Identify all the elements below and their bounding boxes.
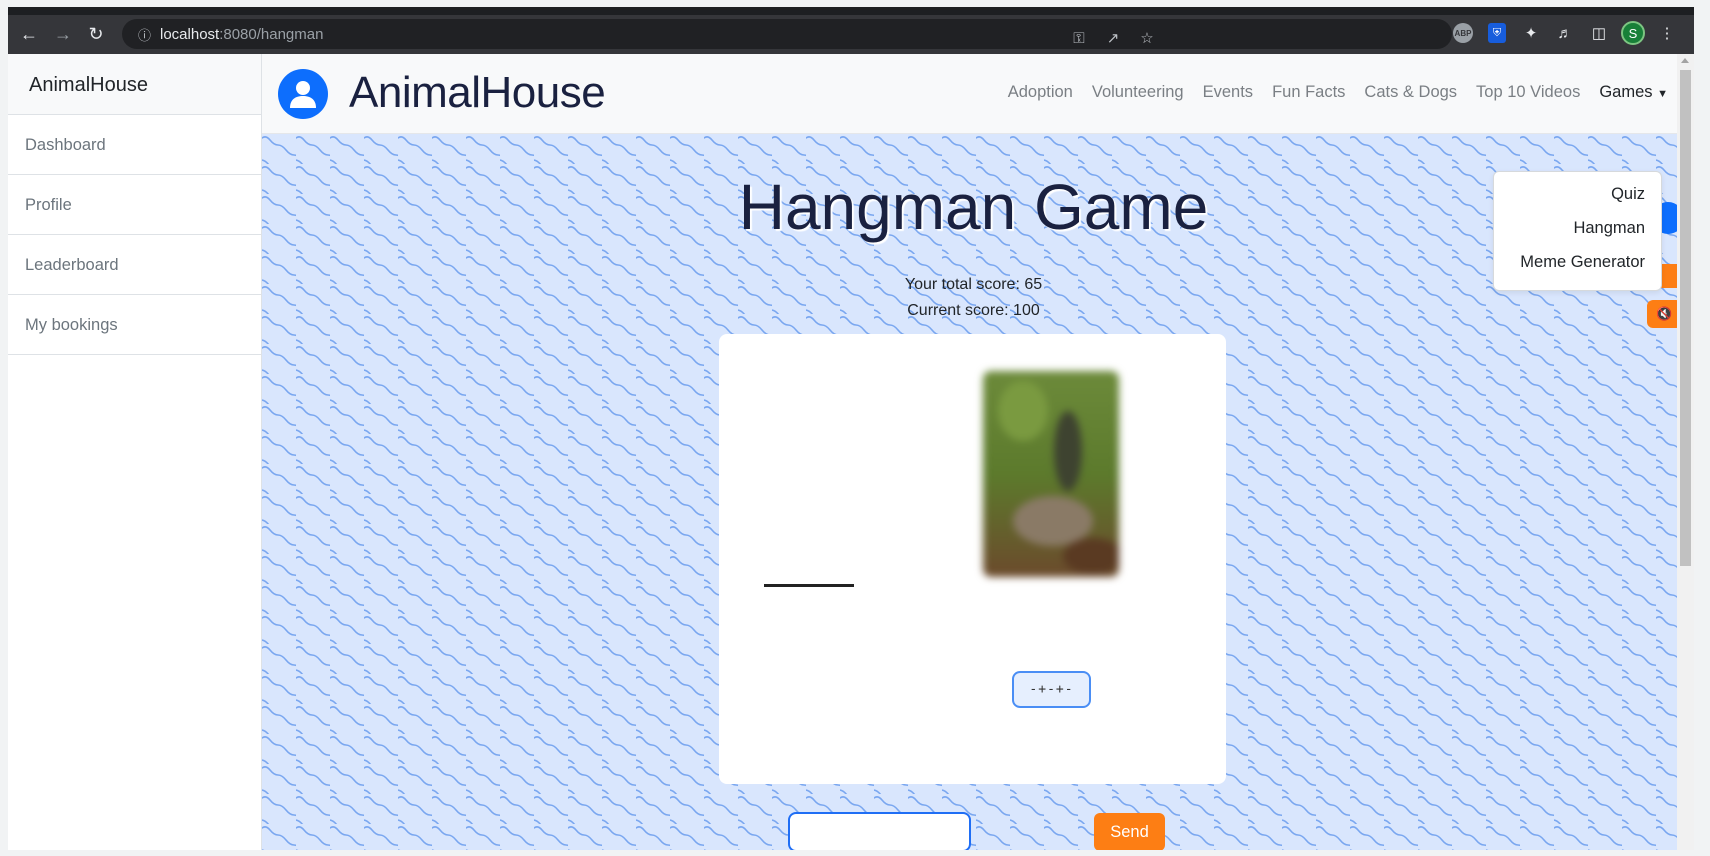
sidebar: AnimalHouse Dashboard Profile Leaderboar… xyxy=(8,54,262,850)
dropdown-item-quiz[interactable]: Quiz xyxy=(1494,182,1661,216)
speaker-muted-icon: 🔇 xyxy=(1656,306,1673,321)
page-viewport: AnimalHouse Dashboard Profile Leaderboar… xyxy=(8,54,1694,850)
nav-links: Adoption Volunteering Events Fun Facts C… xyxy=(1008,83,1668,102)
forward-icon[interactable]: → xyxy=(46,17,80,51)
send-button[interactable]: Send xyxy=(1094,813,1165,850)
bitwarden-extension-icon[interactable]: ⛨ xyxy=(1482,18,1512,48)
share-icon[interactable]: ↗ xyxy=(1098,24,1128,52)
guess-letter-input[interactable] xyxy=(788,812,971,850)
back-icon[interactable]: ← xyxy=(12,17,46,51)
adblock-extension-icon[interactable]: ABP xyxy=(1448,18,1478,48)
site-info-icon[interactable]: ⓘ xyxy=(138,25,160,44)
reload-icon[interactable]: ↻ xyxy=(79,17,113,51)
games-dropdown-menu: Quiz Hangman Meme Generator xyxy=(1493,171,1662,291)
caret-down-icon: ▼ xyxy=(1657,88,1668,100)
scroll-up-arrow-icon[interactable] xyxy=(1681,58,1689,63)
sidebar-item-profile[interactable]: Profile xyxy=(8,175,261,235)
sidebar-item-dashboard[interactable]: Dashboard xyxy=(8,115,261,175)
url-host: localhost xyxy=(160,25,220,43)
nav-link-cats-dogs[interactable]: Cats & Dogs xyxy=(1364,83,1457,102)
hangman-card: -+-+- xyxy=(719,334,1226,784)
main-content: Hangman Game Your total score: 65 Curren… xyxy=(262,134,1685,850)
masked-word-button[interactable]: -+-+- xyxy=(1012,671,1091,708)
nav-link-adoption[interactable]: Adoption xyxy=(1008,83,1073,102)
browser-toolbar: ← → ↻ ⓘ localhost:8080/hangman ⚿ ↗ ☆ ABP… xyxy=(8,15,1694,54)
nav-games-label: Games xyxy=(1599,83,1653,101)
media-queue-icon[interactable]: ♬ xyxy=(1550,18,1580,48)
profile-avatar[interactable]: S xyxy=(1618,18,1648,48)
gallows-base-line xyxy=(764,584,854,587)
sidebar-item-leaderboard[interactable]: Leaderboard xyxy=(8,235,261,295)
current-score-text: Current score: 100 xyxy=(907,302,1040,319)
nav-link-fun-facts[interactable]: Fun Facts xyxy=(1272,83,1345,102)
nav-games-dropdown-toggle[interactable]: Games ▼ xyxy=(1599,83,1668,102)
extensions-puzzle-icon[interactable]: ✦ xyxy=(1516,18,1546,48)
sidebar-brand[interactable]: AnimalHouse xyxy=(8,54,261,115)
navbar-brand[interactable]: AnimalHouse xyxy=(349,68,606,118)
user-avatar-icon[interactable] xyxy=(278,69,328,119)
key-icon[interactable]: ⚿ xyxy=(1064,24,1094,52)
scrollbar-thumb[interactable] xyxy=(1680,70,1691,566)
nav-link-events[interactable]: Events xyxy=(1203,83,1253,102)
page-scrollbar[interactable] xyxy=(1677,54,1694,850)
address-bar[interactable]: ⓘ localhost:8080/hangman ⚿ ↗ ☆ xyxy=(122,19,1452,49)
page-title: Hangman Game xyxy=(738,171,1209,243)
animal-hint-image xyxy=(983,371,1119,577)
nav-link-top-10-videos[interactable]: Top 10 Videos xyxy=(1476,83,1580,102)
nav-link-volunteering[interactable]: Volunteering xyxy=(1092,83,1184,102)
dropdown-item-meme-generator[interactable]: Meme Generator xyxy=(1494,250,1661,284)
bookmark-star-icon[interactable]: ☆ xyxy=(1132,24,1162,52)
browser-menu-icon[interactable]: ⋮ xyxy=(1652,18,1682,48)
dropdown-item-hangman[interactable]: Hangman xyxy=(1494,216,1661,250)
total-score-text: Your total score: 65 xyxy=(904,276,1043,293)
sidebar-item-my-bookings[interactable]: My bookings xyxy=(8,295,261,355)
url-path: :8080/hangman xyxy=(219,25,324,43)
browser-tab-strip xyxy=(8,7,1694,15)
side-panel-icon[interactable]: ◫ xyxy=(1584,18,1614,48)
top-navbar: AnimalHouse Adoption Volunteering Events… xyxy=(262,54,1694,134)
